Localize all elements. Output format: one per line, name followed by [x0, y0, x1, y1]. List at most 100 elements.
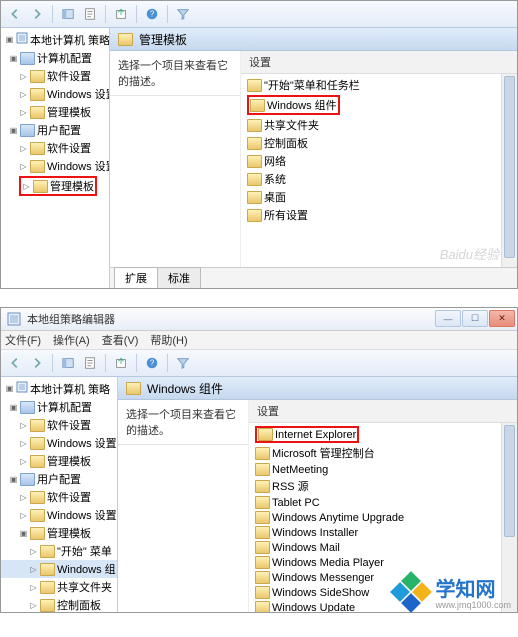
menu-item[interactable]: 帮助(H) — [150, 332, 187, 348]
tree-label: 管理模板 — [47, 453, 91, 469]
expand-icon[interactable]: ▷ — [19, 90, 28, 99]
list-item[interactable]: Windows SideShow — [249, 585, 517, 600]
list-item[interactable]: Windows 组件 — [241, 94, 517, 116]
expand-icon[interactable]: ▣ — [9, 126, 18, 135]
filter-button[interactable] — [173, 4, 193, 24]
export-button[interactable] — [111, 4, 131, 24]
expand-icon[interactable]: ▷ — [19, 144, 28, 153]
item-list[interactable]: "开始"菜单和任务栏Windows 组件共享文件夹控制面板网络系统桌面所有设置 … — [241, 74, 517, 267]
list-item[interactable]: 共享文件夹 — [241, 116, 517, 134]
tree-node[interactable]: ▷管理模板 — [1, 103, 109, 121]
expand-icon[interactable]: ▷ — [22, 182, 31, 191]
expand-icon[interactable]: ▣ — [9, 403, 18, 412]
menu-item[interactable]: 文件(F) — [5, 332, 41, 348]
tree-node[interactable]: ▣用户配置 — [1, 470, 117, 488]
expand-icon[interactable]: ▷ — [19, 439, 28, 448]
expand-icon[interactable]: ▣ — [9, 54, 18, 63]
list-item[interactable]: 系统 — [241, 170, 517, 188]
properties-button[interactable] — [80, 4, 100, 24]
item-list[interactable]: Internet ExplorerMicrosoft 管理控制台NetMeeti… — [249, 423, 517, 612]
list-item[interactable]: Tablet PC — [249, 495, 517, 510]
tree-node[interactable]: ▷软件设置 — [1, 488, 117, 506]
properties-button[interactable] — [80, 353, 100, 373]
tree-node[interactable]: ▣管理模板 — [1, 524, 117, 542]
nav-back-button[interactable] — [5, 353, 25, 373]
nav-back-button[interactable] — [5, 4, 25, 24]
maximize-button[interactable]: ☐ — [462, 310, 488, 327]
tree-node[interactable]: ▷Windows 设置 — [1, 434, 117, 452]
expand-icon[interactable]: ▷ — [19, 162, 28, 171]
scroll-thumb[interactable] — [504, 425, 515, 537]
expand-icon[interactable]: ▷ — [29, 547, 38, 556]
list-item[interactable]: Windows Media Player — [249, 555, 517, 570]
column-header[interactable]: 设置 — [241, 51, 517, 74]
list-item[interactable]: Windows Messenger — [249, 570, 517, 585]
expand-icon[interactable]: ▷ — [29, 583, 38, 592]
tree-node[interactable]: ▷ 管理模板 — [1, 452, 117, 470]
list-item[interactable]: 控制面板 — [241, 134, 517, 152]
scrollbar[interactable] — [501, 423, 517, 612]
list-item[interactable]: RSS 源 — [249, 477, 517, 495]
list-item[interactable]: Windows Update — [249, 600, 517, 612]
tree-root[interactable]: ▣ 本地计算机 策略 — [1, 379, 117, 398]
minimize-button[interactable]: — — [435, 310, 461, 327]
tree-node[interactable]: ▷Windows 设置 — [1, 157, 109, 175]
tree-node[interactable]: ▷软件设置 — [1, 416, 117, 434]
show-hide-tree-button[interactable] — [58, 353, 78, 373]
content-area: ▣ 本地计算机 策略 ▣计算机配置▷软件设置▷Windows 设置▷管理模板▣用… — [1, 377, 517, 612]
export-button[interactable] — [111, 353, 131, 373]
tree-node[interactable]: ▷管理模板 — [1, 175, 109, 197]
expand-icon[interactable]: ▣ — [9, 475, 18, 484]
nav-forward-button[interactable] — [27, 4, 47, 24]
scrollbar[interactable] — [501, 74, 517, 267]
list-item[interactable]: Windows Anytime Upgrade — [249, 510, 517, 525]
tab-extended[interactable]: 扩展 — [114, 267, 158, 288]
expand-icon[interactable]: ▷ — [19, 421, 28, 430]
expand-icon[interactable]: ▷ — [29, 601, 38, 610]
tree-label: Windows 设置 — [47, 507, 117, 523]
expand-icon[interactable]: ▷ — [19, 493, 28, 502]
tree-panel[interactable]: ▣ 本地计算机 策略 ▣计算机配置▷软件设置▷Windows 设置▷管理模板▣用… — [1, 28, 110, 288]
list-item[interactable]: 网络 — [241, 152, 517, 170]
show-hide-tree-button[interactable] — [58, 4, 78, 24]
menu-item[interactable]: 操作(A) — [53, 332, 90, 348]
tree-node[interactable]: ▷Windows 组 — [1, 560, 117, 578]
expand-icon[interactable]: ▷ — [19, 457, 28, 466]
expand-icon[interactable]: ▣ — [5, 35, 14, 44]
help-button[interactable]: ? — [142, 353, 162, 373]
tree-panel[interactable]: ▣ 本地计算机 策略 ▣计算机配置▷软件设置▷Windows 设置▷管理模板▣用… — [1, 377, 118, 612]
expand-icon[interactable]: ▷ — [19, 108, 28, 117]
tree-node[interactable]: ▷软件设置 — [1, 67, 109, 85]
list-item[interactable]: 所有设置 — [241, 206, 517, 224]
list-item[interactable]: 桌面 — [241, 188, 517, 206]
tree-root[interactable]: ▣ 本地计算机 策略 — [1, 30, 109, 49]
nav-forward-button[interactable] — [27, 353, 47, 373]
menu-item[interactable]: 查看(V) — [102, 332, 139, 348]
help-button[interactable]: ? — [142, 4, 162, 24]
tree-node[interactable]: ▣用户配置 — [1, 121, 109, 139]
list-item[interactable]: "开始"菜单和任务栏 — [241, 76, 517, 94]
list-item[interactable]: NetMeeting — [249, 462, 517, 477]
list-item[interactable]: Windows Mail — [249, 540, 517, 555]
tree-node[interactable]: ▣计算机配置 — [1, 49, 109, 67]
tree-node[interactable]: ▷共享文件夹 — [1, 578, 117, 596]
close-button[interactable]: ✕ — [489, 310, 515, 327]
tree-node[interactable]: ▷控制面板 — [1, 596, 117, 612]
list-item[interactable]: Internet Explorer — [249, 425, 517, 444]
scroll-thumb[interactable] — [504, 76, 515, 258]
tab-standard[interactable]: 标准 — [157, 267, 201, 288]
expand-icon[interactable]: ▷ — [19, 511, 28, 520]
tree-node[interactable]: ▷软件设置 — [1, 139, 109, 157]
expand-icon[interactable]: ▣ — [19, 529, 28, 538]
tree-node[interactable]: ▣计算机配置 — [1, 398, 117, 416]
expand-icon[interactable]: ▷ — [29, 565, 38, 574]
column-header[interactable]: 设置 — [249, 400, 517, 423]
tree-node[interactable]: ▷Windows 设置 — [1, 85, 109, 103]
filter-button[interactable] — [173, 353, 193, 373]
tree-node[interactable]: ▷ Windows 设置 — [1, 506, 117, 524]
expand-icon[interactable]: ▣ — [5, 384, 14, 393]
list-item[interactable]: Microsoft 管理控制台 — [249, 444, 517, 462]
tree-node[interactable]: ▷"开始" 菜单 — [1, 542, 117, 560]
list-item[interactable]: Windows Installer — [249, 525, 517, 540]
expand-icon[interactable]: ▷ — [19, 72, 28, 81]
